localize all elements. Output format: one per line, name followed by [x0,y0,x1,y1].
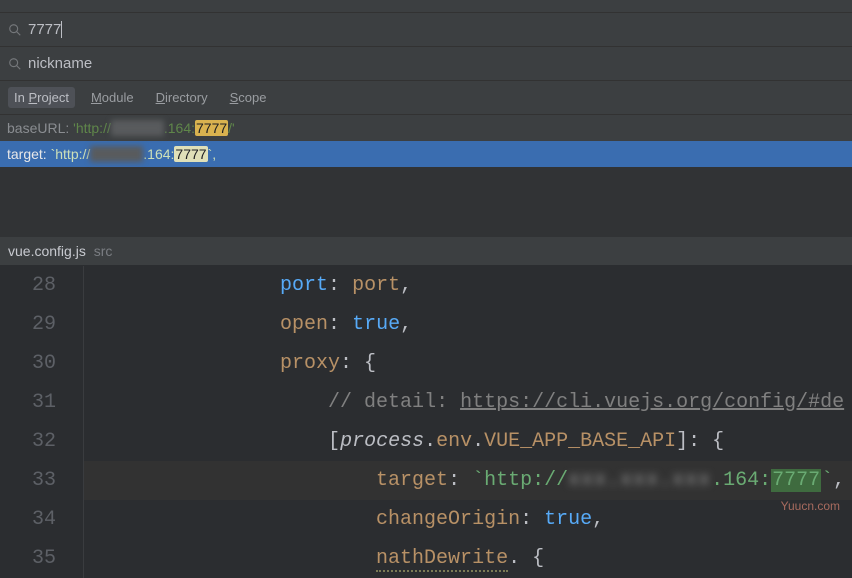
replace-input[interactable] [28,55,844,72]
results-list: baseURL: 'http://xxx.164:7777/'target: `… [0,115,852,167]
line-number: 32 [0,422,56,461]
code-line[interactable]: open: true, [84,305,852,344]
replace-row [0,47,852,81]
find-row [0,13,852,47]
line-number: 31 [0,383,56,422]
code-line[interactable]: port: port, [84,266,852,305]
result-row[interactable]: target: `http://xxx.164:7777`, [0,141,852,167]
replace-icon [8,57,22,71]
code-area[interactable]: port: port, open: true, proxy: { // deta… [84,266,852,578]
find-input[interactable] [28,21,62,38]
code-line[interactable]: [process.env.VUE_APP_BASE_API]: { [84,422,852,461]
scope-directory[interactable]: Directory [150,87,214,108]
file-name: vue.config.js [8,243,86,259]
scope-scope[interactable]: Scope [224,87,273,108]
code-line[interactable]: nathDewrite. { [84,539,852,578]
code-line[interactable]: target: `http://xxx.xxx.xxx.164:7777`, [84,461,852,500]
top-bar [0,0,852,13]
results-gap [0,167,852,237]
line-number: 33 [0,461,56,500]
code-line[interactable]: changeOrigin: true, [84,500,852,539]
code-line[interactable]: proxy: { [84,344,852,383]
editor[interactable]: 2829303132333435 port: port, open: true,… [0,266,852,578]
file-tab[interactable]: vue.config.js src [0,237,852,266]
scope-in-project[interactable]: In Project [8,87,75,108]
line-number: 30 [0,344,56,383]
scope-bar: In Project Module Directory Scope [0,81,852,115]
file-path: src [94,243,113,259]
search-icon [8,23,22,37]
result-row[interactable]: baseURL: 'http://xxx.164:7777/' [0,115,852,141]
line-number: 28 [0,266,56,305]
watermark: Yuucn.com [781,499,840,513]
gutter: 2829303132333435 [0,266,84,578]
line-number: 29 [0,305,56,344]
scope-module[interactable]: Module [85,87,140,108]
line-number: 35 [0,539,56,578]
line-number: 34 [0,500,56,539]
code-line[interactable]: // detail: https://cli.vuejs.org/config/… [84,383,852,422]
